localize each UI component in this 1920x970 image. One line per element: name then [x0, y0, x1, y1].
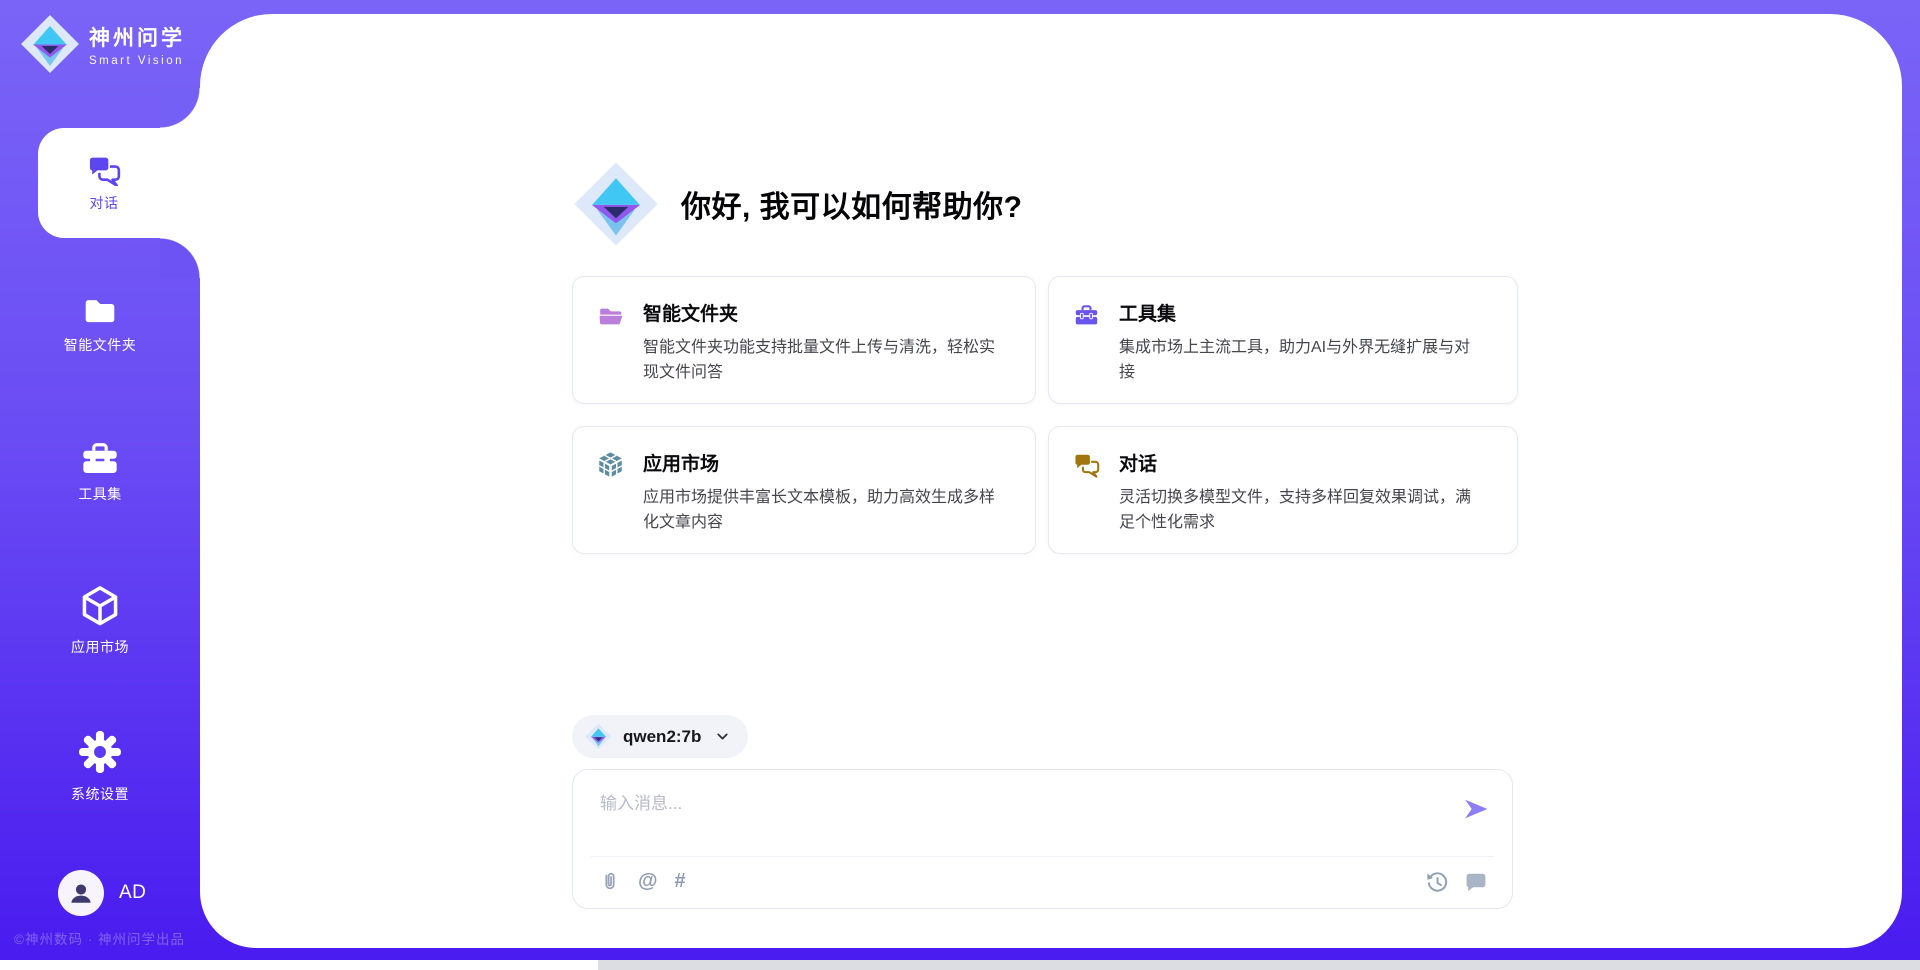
greeting-title: 你好, 我可以如何帮助你? [681, 182, 1023, 226]
message-composer: @ # [572, 769, 1513, 909]
send-plane-icon [1462, 796, 1489, 822]
app-window: 神州问学 Smart Vision 对话 智能文件夹 工具集 应用市场 系统设置 [0, 0, 1920, 970]
chat-bubble-icon [1464, 870, 1488, 893]
mention-button[interactable]: @ [638, 869, 658, 893]
card-description: 灵活切换多模型文件，支持多样回复效果调试，满足个性化需求 [1119, 485, 1479, 535]
grid-cube-icon [597, 451, 624, 478]
card-toolset[interactable]: 工具集 集成市场上主流工具，助力AI与外界无缝扩展与对接 [1048, 276, 1518, 404]
feature-cards: 智能文件夹 智能文件夹功能支持批量文件上传与清洗，轻松实现文件问答 工具集 集成… [572, 276, 1518, 554]
main-content: 你好, 我可以如何帮助你? 智能文件夹 智能文件夹功能支持批量文件上传与清洗，轻… [0, 0, 1920, 970]
card-title: 应用市场 [643, 449, 1011, 476]
topic-button[interactable]: # [675, 869, 686, 893]
chat-icon [1073, 451, 1100, 478]
card-title: 工具集 [1119, 299, 1493, 326]
card-title: 对话 [1119, 449, 1493, 476]
greeting-block: 你好, 我可以如何帮助你? [573, 160, 1023, 248]
composer-divider [591, 856, 1494, 857]
card-description: 智能文件夹功能支持批量文件上传与清洗，轻松实现文件问答 [643, 335, 1003, 385]
card-description: 应用市场提供丰富长文本模板，助力高效生成多样化文章内容 [643, 485, 1003, 535]
hash-icon: # [675, 870, 686, 892]
conversation-button[interactable] [1464, 869, 1488, 893]
model-diamond-icon [585, 723, 612, 750]
history-clock-icon [1425, 870, 1448, 893]
attach-file-button[interactable] [599, 869, 621, 893]
composer-toolbar-left: @ # [599, 869, 686, 893]
card-smart-folder[interactable]: 智能文件夹 智能文件夹功能支持批量文件上传与清洗，轻松实现文件问答 [572, 276, 1036, 404]
card-title: 智能文件夹 [643, 299, 1011, 326]
message-input[interactable] [600, 789, 1450, 847]
send-button[interactable] [1461, 796, 1489, 824]
greeting-diamond-icon [573, 161, 659, 247]
model-selector[interactable]: qwen2:7b [572, 715, 748, 758]
card-chat[interactable]: 对话 灵活切换多模型文件，支持多样回复效果调试，满足个性化需求 [1048, 426, 1518, 554]
folder-open-icon [597, 301, 624, 328]
composer-toolbar-right [1425, 869, 1488, 893]
card-description: 集成市场上主流工具，助力AI与外界无缝扩展与对接 [1119, 335, 1479, 385]
chevron-down-icon [714, 728, 731, 745]
toolbox-icon [1073, 301, 1100, 328]
at-icon: @ [638, 870, 658, 892]
card-app-market[interactable]: 应用市场 应用市场提供丰富长文本模板，助力高效生成多样化文章内容 [572, 426, 1036, 554]
history-button[interactable] [1425, 869, 1448, 893]
paperclip-icon [599, 870, 621, 893]
model-name: qwen2:7b [623, 727, 701, 747]
window-bottom-edge [0, 960, 1920, 970]
